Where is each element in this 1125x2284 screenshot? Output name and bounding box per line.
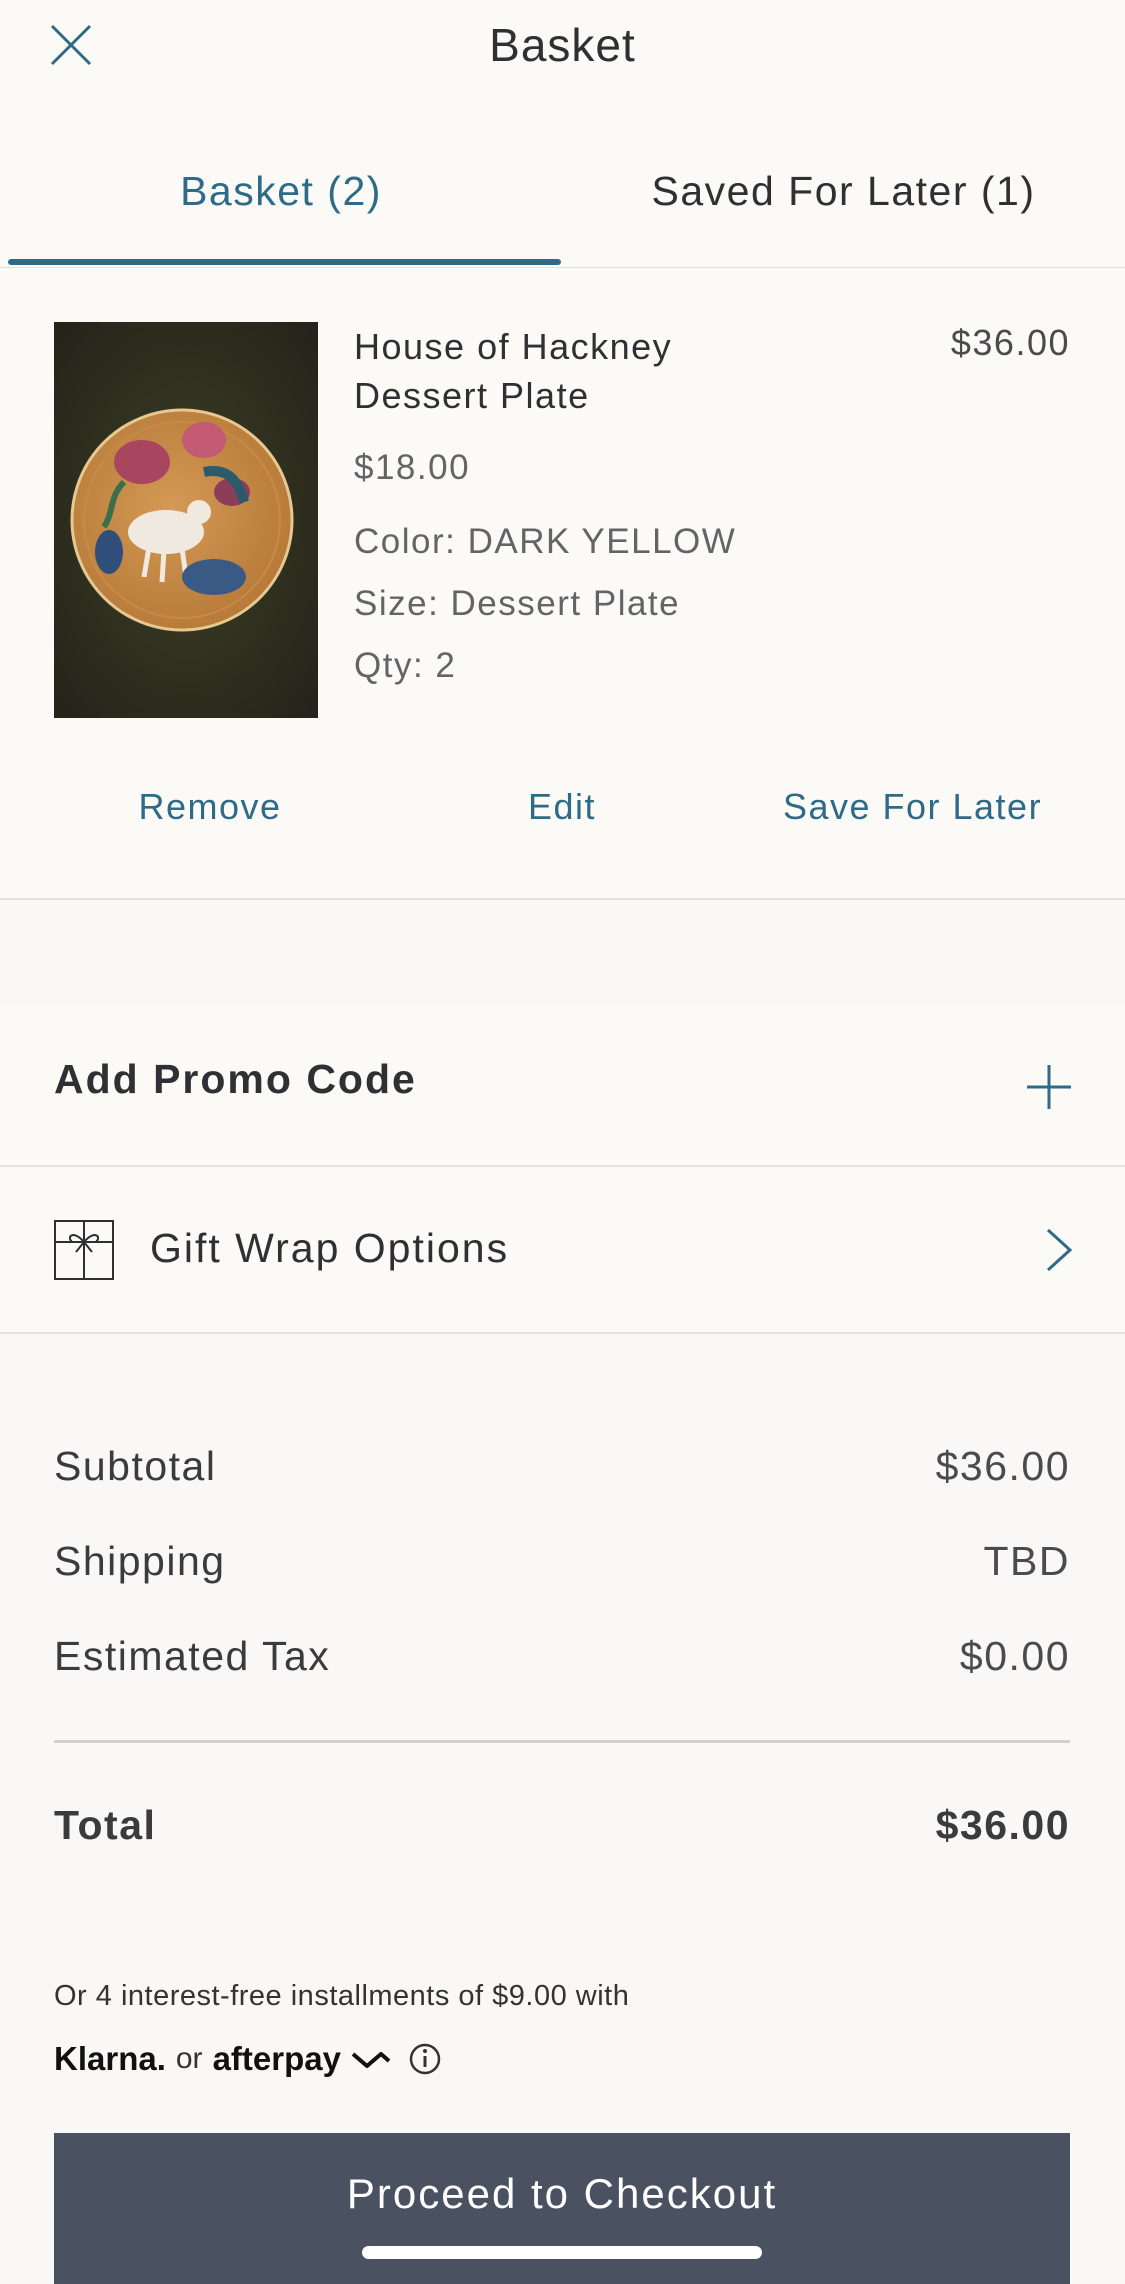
- afterpay-logo[interactable]: afterpay: [213, 2040, 341, 2078]
- save-for-later-button[interactable]: Save For Later: [760, 786, 1065, 828]
- tax-label: Estimated Tax: [54, 1633, 331, 1679]
- active-tab-indicator: [8, 259, 561, 265]
- item-quantity: Qty: 2: [354, 646, 457, 685]
- promo-code-label: Add Promo Code: [54, 1056, 417, 1102]
- home-indicator: [362, 2246, 762, 2259]
- remove-button[interactable]: Remove: [100, 786, 320, 828]
- product-image[interactable]: [54, 322, 318, 718]
- info-icon[interactable]: [408, 2042, 442, 2076]
- page-title: Basket: [489, 19, 636, 71]
- shipping-label: Shipping: [54, 1538, 226, 1584]
- item-line-total: $36.00: [950, 322, 1070, 363]
- subtotal-label: Subtotal: [54, 1443, 217, 1489]
- edit-button[interactable]: Edit: [462, 786, 662, 828]
- tab-saved-for-later[interactable]: Saved For Later (1): [562, 168, 1125, 215]
- item-size: Size: Dessert Plate: [354, 584, 681, 623]
- plus-icon[interactable]: [1024, 1062, 1074, 1112]
- summary-divider: [54, 1740, 1070, 1743]
- gift-wrap-label: Gift Wrap Options: [150, 1225, 510, 1271]
- gift-icon: [54, 1220, 114, 1280]
- tax-value: $0.00: [959, 1633, 1070, 1679]
- item-color: Color: DARK YELLOW: [354, 522, 737, 561]
- or-text: or: [175, 2042, 203, 2075]
- product-name[interactable]: House of Hackney Dessert Plate: [354, 322, 794, 420]
- item-unit-price: $18.00: [354, 448, 471, 487]
- payment-providers: Klarna. or afterpay: [54, 2040, 442, 2084]
- tab-basket[interactable]: Basket (2): [0, 168, 562, 215]
- afterpay-arrows-icon: [352, 2052, 391, 2068]
- tab-bar: Basket (2) Saved For Later (1): [0, 110, 1125, 269]
- shipping-value: TBD: [983, 1538, 1070, 1584]
- chevron-right-icon[interactable]: [1040, 1225, 1076, 1275]
- checkout-button-label: Proceed to Checkout: [346, 2170, 778, 2217]
- subtotal-value: $36.00: [935, 1443, 1070, 1489]
- total-label: Total: [54, 1802, 157, 1848]
- total-value: $36.00: [935, 1802, 1070, 1848]
- klarna-logo[interactable]: Klarna.: [54, 2040, 166, 2078]
- installments-text: Or 4 interest-free installments of $9.00…: [54, 1980, 630, 2012]
